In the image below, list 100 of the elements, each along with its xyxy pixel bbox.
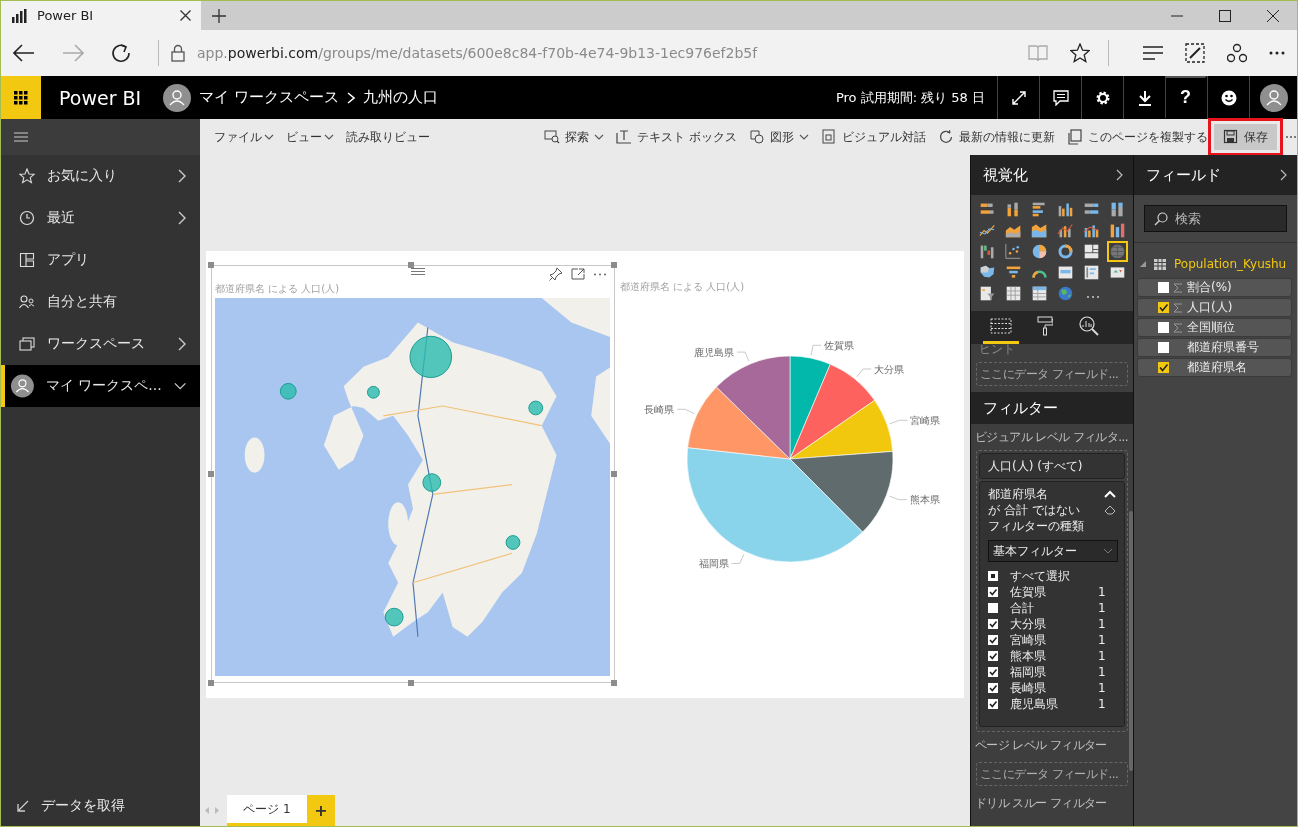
stacked-area-icon[interactable] <box>1031 222 1048 239</box>
line-chart-icon[interactable] <box>979 222 996 239</box>
chevron-right-icon[interactable] <box>1116 169 1123 181</box>
resize-handle[interactable] <box>611 680 617 686</box>
checkbox[interactable] <box>988 619 998 629</box>
nav-item[interactable]: 自分と共有 <box>1 281 200 323</box>
chevron-right-icon[interactable] <box>178 337 186 351</box>
resize-handle[interactable] <box>611 471 617 477</box>
funnel-icon[interactable] <box>1005 264 1022 281</box>
waterfall-chart-icon[interactable] <box>979 243 996 260</box>
column-chart-icon[interactable] <box>1109 201 1126 218</box>
address-field[interactable]: app.powerbi.com/groups/me/datasets/600e8c84-f70b-4e74-9b13-1ec976ef2b5f <box>197 45 758 61</box>
treemap-icon[interactable] <box>1083 243 1100 260</box>
star-icon[interactable] <box>1070 43 1090 63</box>
smiley-button[interactable] <box>1207 76 1249 119</box>
maximize-icon[interactable] <box>1219 9 1231 22</box>
menu-button[interactable]: ファイル <box>208 124 280 150</box>
add-page-button[interactable]: + <box>307 795 335 826</box>
nav-item[interactable]: ワークスペース <box>1 323 200 365</box>
focus-mode-icon[interactable] <box>571 268 585 280</box>
nav-item[interactable]: マイ ワークスペ... <box>1 365 200 407</box>
field-item[interactable]: 割合(%) <box>1137 278 1292 297</box>
checkbox[interactable] <box>988 683 998 693</box>
kpi-icon[interactable] <box>1109 264 1126 281</box>
menu-icon[interactable] <box>14 132 28 142</box>
chevron-right-icon[interactable] <box>178 211 186 225</box>
card-icon[interactable] <box>1057 264 1074 281</box>
globe-icon[interactable] <box>1057 285 1074 302</box>
filter-card[interactable]: 人口(人) (すべて) <box>979 453 1125 479</box>
filter-card[interactable]: 都道府県名 が 合計 ではない フィルターの種類 基本フィルター すべて選択 佐賀県 1 合計 1 大分県 1 宮崎県 1 熊本県 1 福岡県 1 長崎県 1 鹿児島県 1 <box>979 481 1125 727</box>
more-icon[interactable] <box>1269 51 1285 55</box>
field-item[interactable]: 都道府県番号 <box>1137 338 1292 357</box>
toolbar-button[interactable]: 最新の情報に更新 <box>932 124 1061 150</box>
nav-item[interactable]: アプリ <box>1 239 200 281</box>
app-launcher-button[interactable] <box>1 76 41 119</box>
clustered-bar-icon[interactable] <box>1031 201 1048 218</box>
pen-note-icon[interactable] <box>1185 43 1205 63</box>
chevron-right-icon[interactable] <box>1280 169 1287 181</box>
close-icon[interactable] <box>180 10 191 21</box>
back-arrow-icon[interactable] <box>13 44 35 62</box>
search-field[interactable]: 検索 <box>1144 205 1287 232</box>
lines-icon[interactable] <box>1143 46 1163 60</box>
scrollbar[interactable] <box>1129 511 1133 771</box>
field-item[interactable]: 人口(人) <box>1137 298 1292 317</box>
checkbox[interactable] <box>1158 322 1169 333</box>
slicer-icon[interactable] <box>979 285 996 302</box>
browser-tab[interactable]: Power BI <box>1 0 201 31</box>
checkbox[interactable] <box>988 635 998 645</box>
clustered-column-icon[interactable] <box>1057 201 1074 218</box>
field-item[interactable]: 都道府県名 <box>1137 358 1292 377</box>
filter-type-dropdown[interactable]: 基本フィルター <box>988 540 1118 562</box>
checkbox[interactable] <box>988 587 998 597</box>
table-name[interactable]: Population_Kyushu <box>1134 253 1297 275</box>
menu-button[interactable]: 読み取りビュー <box>340 124 436 150</box>
resize-handle[interactable] <box>408 262 414 268</box>
checkbox[interactable] <box>988 651 998 661</box>
chevron-down-icon[interactable] <box>173 382 186 390</box>
eraser-icon[interactable] <box>1104 505 1116 515</box>
breadcrumb-link[interactable]: マイ ワークスペース <box>199 88 339 107</box>
field-item[interactable]: 全国順位 <box>1137 318 1292 337</box>
checkbox[interactable] <box>988 571 998 581</box>
toolbar-button[interactable]: このページを複製する <box>1061 124 1214 150</box>
checkbox[interactable] <box>1158 282 1169 293</box>
checkbox[interactable] <box>988 603 998 613</box>
line-column-icon[interactable] <box>1083 222 1100 239</box>
drop-zone[interactable]: ここにデータ フィールド... <box>976 362 1128 386</box>
pie-chart-visual[interactable]: 都道府県名 による 人口(人) 佐賀県 大分県 宮崎県 熊本県 福岡県 長崎県 鹿児島県 <box>620 265 960 683</box>
close-icon[interactable] <box>1267 9 1279 22</box>
breadcrumb-link[interactable]: 九州の人口 <box>362 88 438 107</box>
matrix-icon[interactable] <box>1031 285 1048 302</box>
nav-item[interactable]: 最近 <box>1 197 200 239</box>
pie-chart-icon[interactable] <box>1031 243 1048 260</box>
multi-row-card-icon[interactable] <box>1083 264 1100 281</box>
donut-chart-icon[interactable] <box>1057 243 1074 260</box>
share-icon[interactable] <box>1227 43 1247 63</box>
get-data-link[interactable]: データを取得 <box>1 786 200 826</box>
resize-handle[interactable] <box>611 262 617 268</box>
table-icon[interactable] <box>1005 285 1022 302</box>
scatter-chart-icon[interactable] <box>1005 243 1022 260</box>
resize-handle[interactable] <box>208 471 214 477</box>
refresh-icon[interactable] <box>111 43 131 63</box>
checkbox[interactable] <box>1158 302 1169 313</box>
toolbar-button[interactable]: 図形 <box>743 124 815 150</box>
drag-handle-icon[interactable] <box>411 268 425 275</box>
chevron-right-icon[interactable] <box>178 169 186 183</box>
line-column-icon[interactable] <box>1057 222 1074 239</box>
toolbar-button[interactable]: テキスト ボックス <box>610 124 743 150</box>
pin-icon[interactable] <box>549 267 563 281</box>
collapse-icon[interactable] <box>1104 490 1116 498</box>
page-tab[interactable]: ページ 1 <box>227 795 307 826</box>
resize-handle[interactable] <box>408 680 414 686</box>
checkbox[interactable] <box>1158 362 1169 373</box>
resize-handle[interactable] <box>208 680 214 686</box>
nav-item[interactable]: お気に入り <box>1 155 200 197</box>
checkbox[interactable] <box>988 667 998 677</box>
menu-button[interactable]: ビュー <box>280 124 340 150</box>
checkbox[interactable] <box>988 699 998 709</box>
toolbar-button[interactable]: 探索 <box>538 124 611 150</box>
help-button[interactable]: ? <box>1165 76 1207 119</box>
ribbon-chart-icon[interactable] <box>1109 222 1126 239</box>
